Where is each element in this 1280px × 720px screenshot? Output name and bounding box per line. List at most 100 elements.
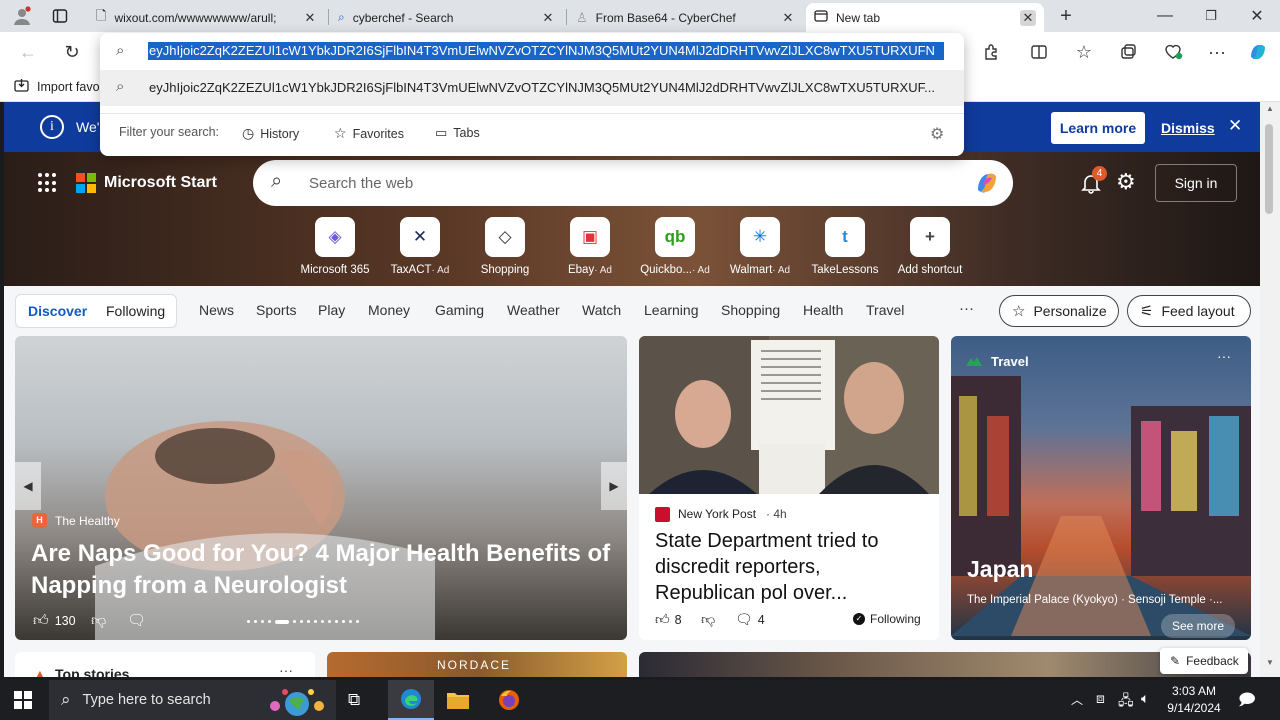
settings-gear-icon[interactable]: ⚙ <box>1116 169 1136 195</box>
back-button[interactable]: ← <box>16 40 40 64</box>
windows-start-icon[interactable] <box>14 691 32 709</box>
comment-icon[interactable]: 🗨︎ <box>127 611 146 629</box>
split-screen-icon[interactable] <box>1026 40 1052 64</box>
browser-essentials-icon[interactable] <box>1160 40 1186 64</box>
personalize-button[interactable]: ☆ Personalize <box>999 295 1119 327</box>
like-button[interactable]: 👍︎ 8 <box>655 611 682 628</box>
nav-item-money[interactable]: Money <box>368 302 410 318</box>
tab-new-tab[interactable]: New tab ✕ <box>806 3 1044 32</box>
quick-link-takelessons[interactable]: t TakeLessons <box>802 217 888 276</box>
nav-item-health[interactable]: Health <box>803 302 843 318</box>
task-view-icon[interactable]: ⧉ <box>348 690 360 710</box>
tab-wixout[interactable]: 🗋 wixout.com/wwwwwwww/arull; ✕ <box>88 3 326 32</box>
restore-button[interactable]: ❐ <box>1196 4 1226 28</box>
notification-center-icon[interactable]: 🗩︎ <box>1238 689 1256 716</box>
web-search-box[interactable]: ⌕ Search the web <box>253 160 1013 206</box>
import-favorites-button[interactable]: Import favo <box>14 78 100 96</box>
new-tab-button[interactable]: + <box>1052 4 1080 28</box>
close-tab-icon[interactable]: ✕ <box>1020 9 1036 26</box>
nav-item-learning[interactable]: Learning <box>644 302 699 318</box>
tray-chevron-icon[interactable]: ︿ <box>1071 691 1083 708</box>
file-explorer-icon[interactable] <box>446 689 470 711</box>
tab-discover[interactable]: Discover <box>28 303 87 319</box>
article-headline[interactable]: State Department tried to discredit repo… <box>655 528 925 606</box>
clock[interactable]: 3:03 AM 9/14/2024 <box>1166 683 1222 717</box>
close-tab-icon[interactable]: ✕ <box>540 10 556 26</box>
filter-history[interactable]: ◷ History <box>242 125 299 142</box>
article-headline[interactable]: Are Naps Good for You? 4 Major Health Be… <box>31 538 611 602</box>
nav-item-travel[interactable]: Travel <box>866 302 904 318</box>
profile-avatar[interactable] <box>10 6 34 26</box>
quick-link-walmart[interactable]: ✳ Walmart· Ad <box>717 217 803 276</box>
close-tab-icon[interactable]: ✕ <box>302 10 318 26</box>
more-menu-icon[interactable]: ··· <box>1204 40 1230 64</box>
firefox-icon[interactable] <box>497 688 521 712</box>
address-input[interactable]: eyJhIjoic2ZqK2ZEZUl1cW1YbkJDR2I6SjFlbIN4… <box>148 42 944 60</box>
edge-taskbar-icon[interactable] <box>388 680 434 720</box>
scroll-up-icon[interactable]: ▲ <box>1266 104 1274 113</box>
nav-item-news[interactable]: News <box>199 302 234 318</box>
more-options-icon[interactable]: ··· <box>1217 348 1231 364</box>
learn-more-button[interactable]: Learn more <box>1051 112 1145 144</box>
filter-favorites[interactable]: ☆ Favorites <box>334 125 404 142</box>
refresh-button[interactable]: ↻ <box>60 40 84 64</box>
tray-device-icon[interactable]: ⧈ <box>1096 690 1105 707</box>
nav-item-sports[interactable]: Sports <box>256 302 296 318</box>
carousel-next-button[interactable]: ▶ <box>601 462 627 510</box>
suggestion-row[interactable]: ⌕ eyJhIjoic2ZqK2ZEZUl1cW1YbkJDR2I6SjFlbI… <box>100 70 964 106</box>
quick-link-shopping[interactable]: ◇ Shopping <box>462 217 548 276</box>
nav-item-shopping[interactable]: Shopping <box>721 302 780 318</box>
scrollbar-thumb[interactable] <box>1265 124 1273 214</box>
settings-gear-icon[interactable]: ⚙ <box>930 124 944 144</box>
close-tab-icon[interactable]: ✕ <box>780 10 796 26</box>
nav-item-gaming[interactable]: Gaming <box>435 302 484 318</box>
apps-grid-icon[interactable] <box>38 173 58 193</box>
thumbs-down-icon[interactable]: 👎︎ <box>701 611 715 628</box>
extensions-icon[interactable] <box>978 40 1004 64</box>
minimize-button[interactable]: — <box>1150 4 1180 28</box>
tab-from-base64[interactable]: ♙ From Base64 - CyberChef ✕ <box>568 3 804 32</box>
destination-title[interactable]: Japan <box>967 556 1033 583</box>
article-card-main[interactable]: ◀ ▶ H The Healthy Are Naps Good for You?… <box>15 336 627 640</box>
notifications-bell-icon[interactable]: 4 <box>1080 166 1107 196</box>
close-window-button[interactable]: ✕ <box>1242 4 1272 28</box>
filter-tabs[interactable]: ▭ Tabs <box>435 125 480 141</box>
favorites-star-icon[interactable]: ☆ <box>1071 40 1097 64</box>
nordace-ad-card[interactable]: NORDACE <box>327 652 627 677</box>
tab-cyberchef-search[interactable]: ⌕ cyberchef - Search ✕ <box>330 3 564 32</box>
comments-button[interactable]: 🗨︎ 4 <box>735 611 765 628</box>
article-card-news[interactable]: New York Post · 4h State Department trie… <box>639 336 939 640</box>
taskbar-search[interactable]: ⌕ Type here to search <box>49 680 336 720</box>
network-icon[interactable]: 🖧︎ <box>1118 690 1134 714</box>
following-button[interactable]: ✓ Following <box>853 612 921 626</box>
nav-item-watch[interactable]: Watch <box>582 302 621 318</box>
sign-in-button[interactable]: Sign in <box>1155 164 1237 202</box>
close-icon[interactable]: ✕ <box>1228 116 1242 136</box>
nav-item-weather[interactable]: Weather <box>507 302 560 318</box>
web-search-input[interactable]: Search the web <box>309 175 413 192</box>
page-scrollbar[interactable]: ▲ ▼ <box>1260 102 1280 677</box>
copilot-icon[interactable] <box>972 168 1002 198</box>
feedback-button[interactable]: ✎ Feedback <box>1160 648 1248 674</box>
taskbar-search-input[interactable]: Type here to search <box>83 692 211 708</box>
quick-link-microsoft-365[interactable]: ◈ Microsoft 365 <box>292 217 378 276</box>
quick-link-ebay[interactable]: ▣ Ebay· Ad <box>547 217 633 276</box>
more-categories-icon[interactable]: ··· <box>959 300 974 317</box>
quick-link-quickbo[interactable]: qb Quickbo...· Ad <box>632 217 718 276</box>
dismiss-link[interactable]: Dismiss <box>1161 120 1215 136</box>
tab-following[interactable]: Following <box>106 303 165 319</box>
travel-card[interactable]: Travel ··· Japan The Imperial Palace (Ky… <box>951 336 1251 640</box>
quick-link-add-shortcut[interactable]: + Add shortcut <box>887 217 973 276</box>
top-stories-card[interactable]: ▲ Top stories ··· <box>15 652 315 677</box>
more-options-icon[interactable]: ··· <box>279 662 293 677</box>
tab-actions-icon[interactable] <box>48 6 72 26</box>
scroll-down-icon[interactable]: ▼ <box>1266 658 1274 667</box>
feed-layout-button[interactable]: ⚟ Feed layout <box>1127 295 1251 327</box>
thumbs-down-icon[interactable]: 👎︎ <box>91 612 106 630</box>
nav-item-play[interactable]: Play <box>318 302 345 318</box>
copilot-icon[interactable] <box>1244 39 1272 65</box>
collections-icon[interactable] <box>1115 40 1141 64</box>
volume-icon[interactable]: 🔈︎ <box>1141 690 1149 707</box>
address-input-row[interactable]: ⌕ eyJhIjoic2ZqK2ZEZUl1cW1YbkJDR2I6SjFlbI… <box>100 33 964 69</box>
see-more-button[interactable]: See more <box>1161 614 1235 638</box>
